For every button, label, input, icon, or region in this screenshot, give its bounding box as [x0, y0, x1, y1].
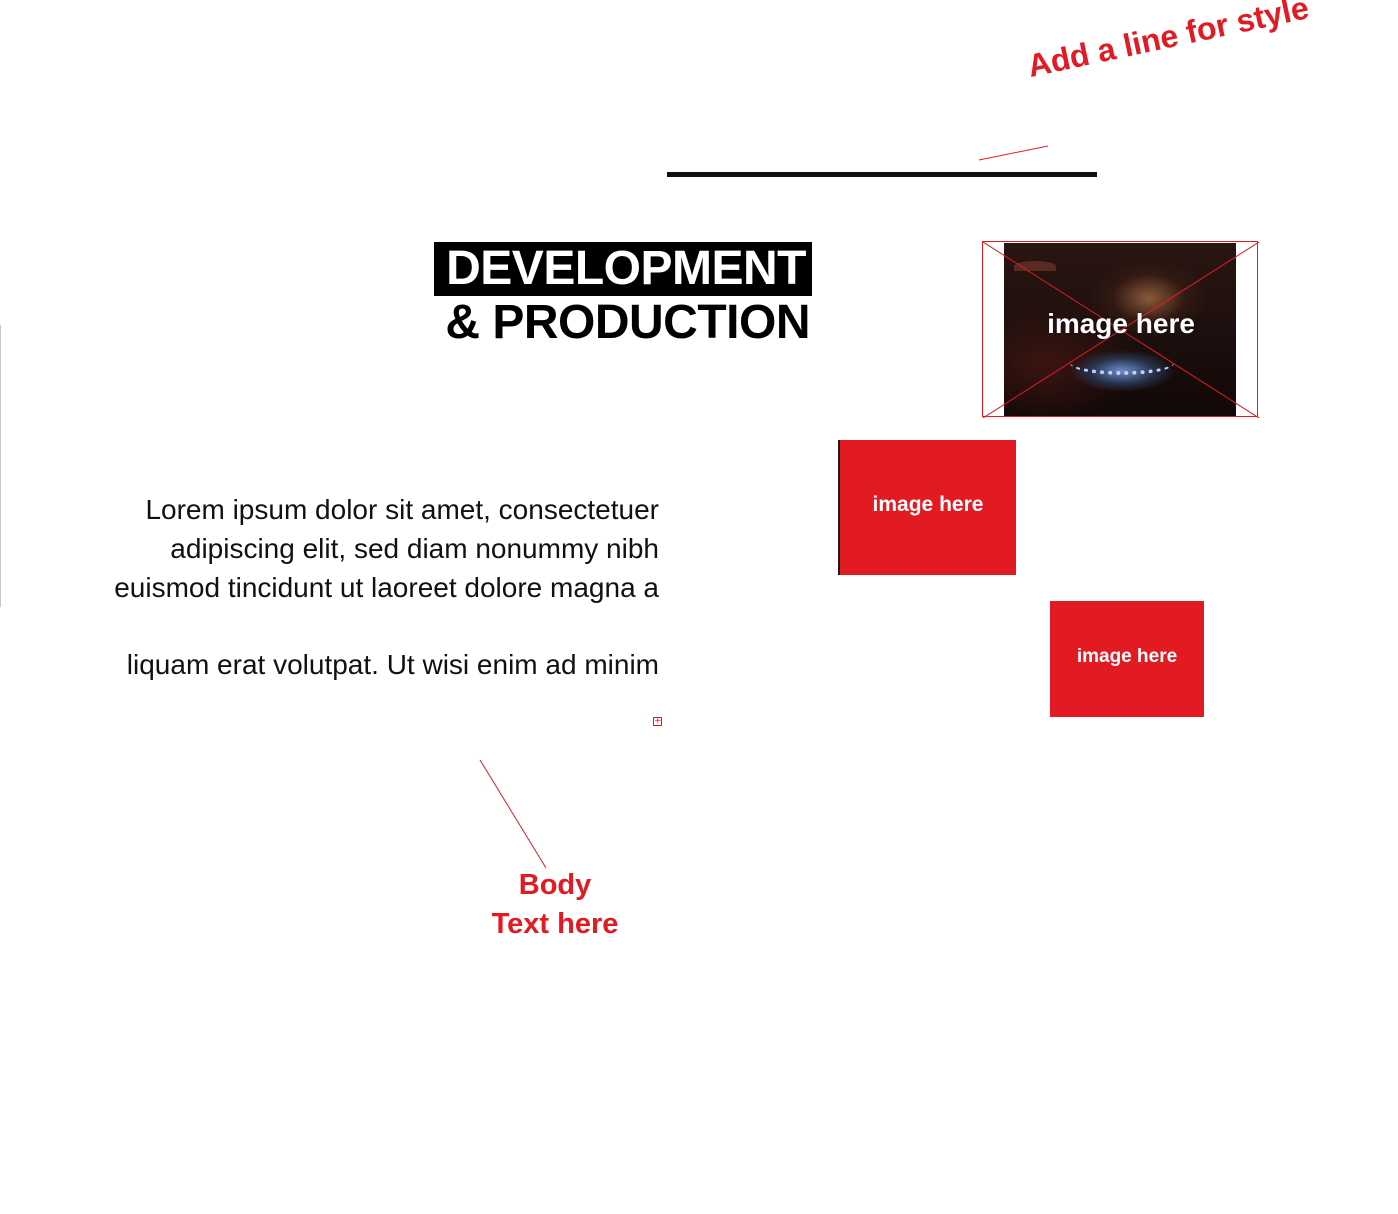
- headline-line-2: & PRODUCTION: [445, 296, 810, 349]
- line-style-annotation: Add a line for style: [1024, 0, 1312, 85]
- decorative-rule: [667, 172, 1097, 177]
- image-placeholder-2-label: image here: [1076, 646, 1178, 667]
- body-text-frame[interactable]: Lorem ipsum dolor sit amet, consectetuer…: [59, 490, 659, 684]
- line-note-leader: [978, 145, 1049, 161]
- image-placeholder-1[interactable]: image here: [838, 440, 1016, 575]
- body-annotation-line-2: Text here: [491, 908, 619, 940]
- body-text-annotation: Body Text here: [470, 866, 640, 944]
- photo-frame-label: image here: [1047, 308, 1195, 339]
- body-annotation-line-1: Body: [518, 869, 592, 901]
- image-frame-photo[interactable]: image here: [982, 241, 1259, 418]
- page-edge-line: [0, 325, 1, 607]
- text-overflow-icon[interactable]: +: [653, 717, 662, 726]
- image-placeholder-1-label: image here: [872, 492, 984, 516]
- headline-line-1: DEVELOPMENT: [434, 242, 812, 296]
- image-placeholder-2[interactable]: image here: [1050, 601, 1204, 717]
- body-note-leader: [479, 759, 547, 869]
- body-paragraph-2: liquam erat volutpat. Ut wisi enim ad mi…: [126, 649, 659, 680]
- page-headline: DEVELOPMENT & PRODUCTION: [434, 242, 812, 350]
- body-paragraph-1: Lorem ipsum dolor sit amet, consectetuer…: [114, 494, 659, 603]
